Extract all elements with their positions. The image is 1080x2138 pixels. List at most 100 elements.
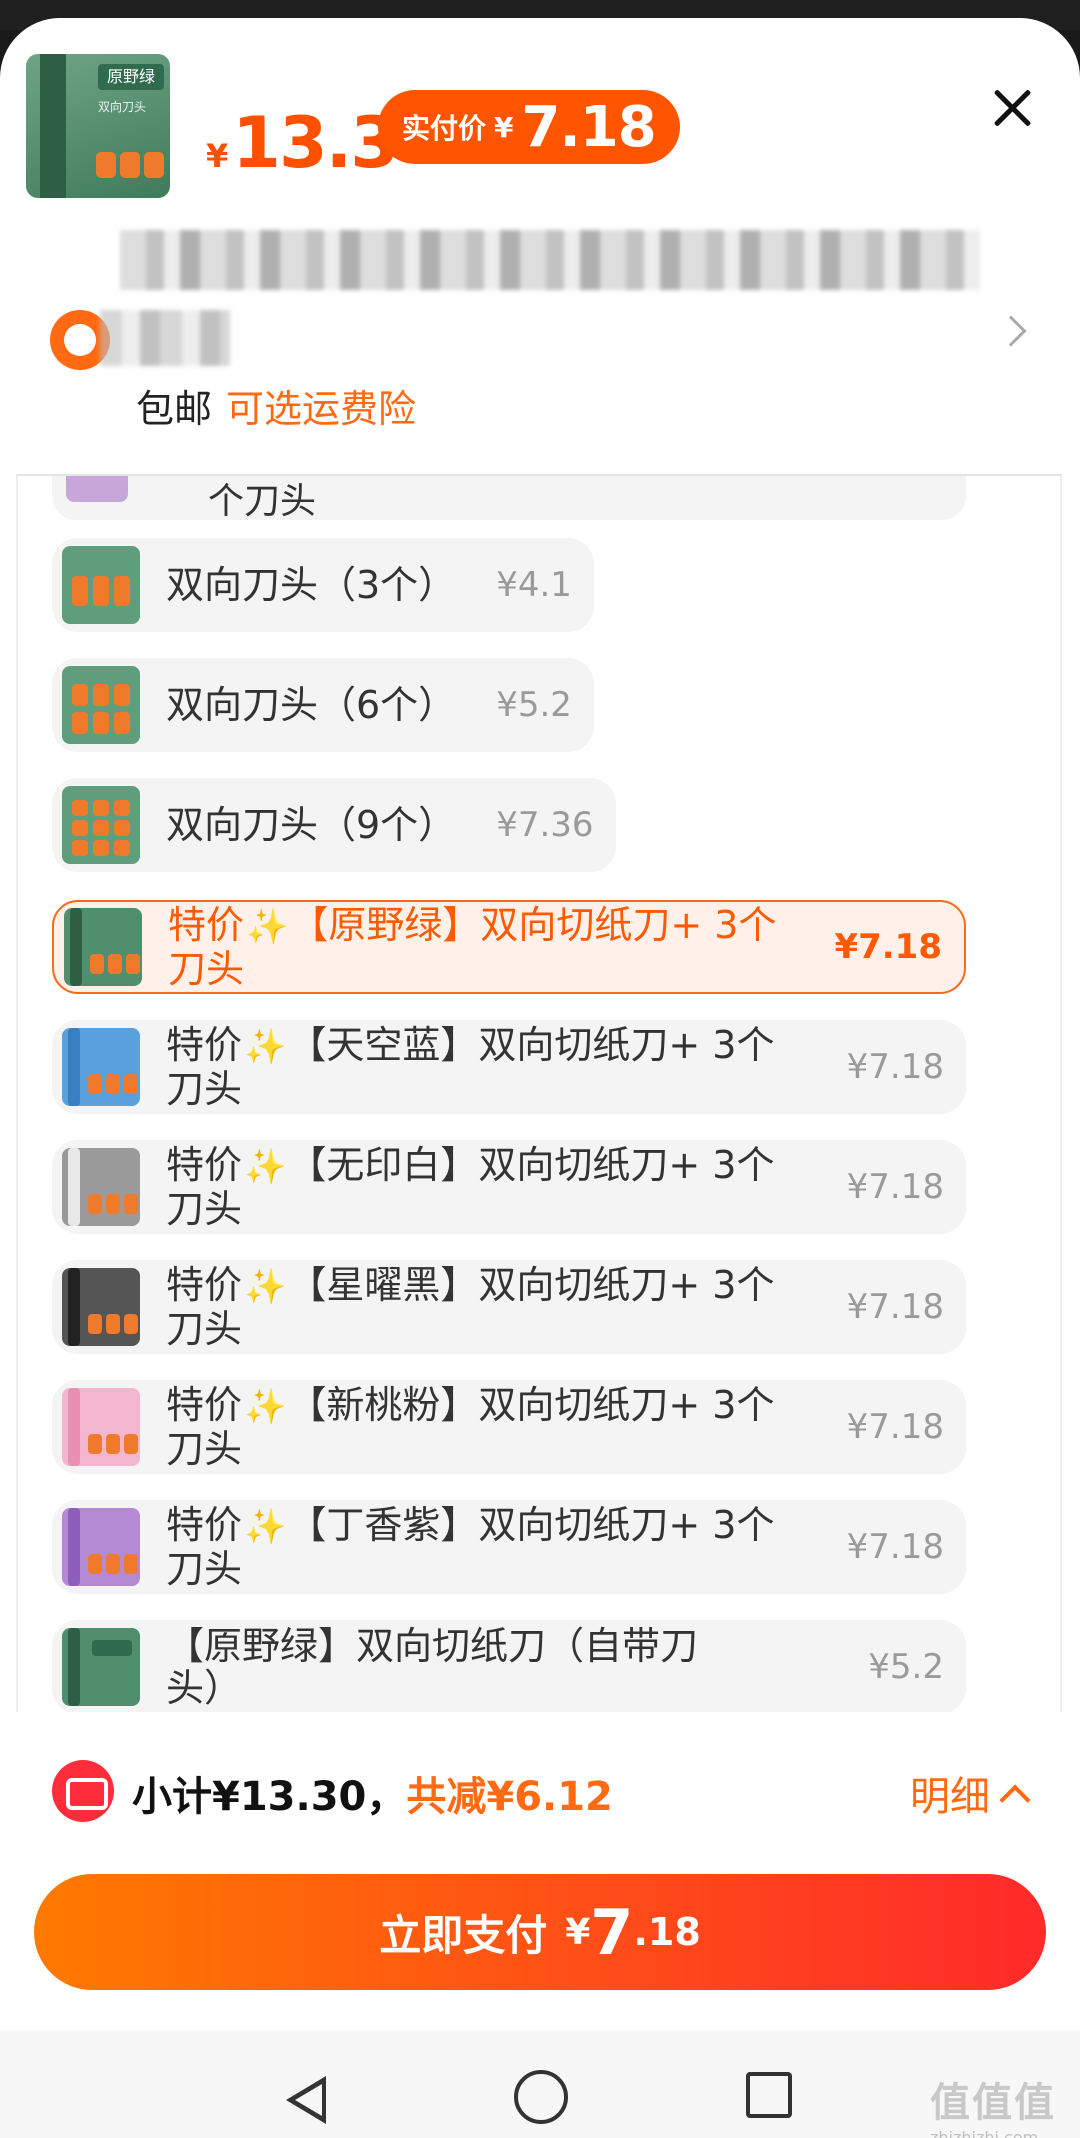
sku-title: 【天空蓝】双向切纸刀+ 3个	[288, 1023, 775, 1067]
sku-title-line2: 刀头	[166, 1067, 243, 1111]
watermark-url: zhizhizhi.com	[930, 2128, 1039, 2138]
sku-price: ¥5.2	[496, 685, 572, 725]
sku-thumb	[62, 1028, 140, 1106]
chevron-up-icon	[999, 1784, 1031, 1816]
product-thumbnail: 原野绿 双向刀头	[26, 54, 170, 198]
sku-price: ¥7.18	[846, 1287, 944, 1327]
close-icon[interactable]	[982, 78, 1042, 138]
sku-thumb	[62, 786, 140, 864]
sku-name: 特价✨【原野绿】双向切纸刀+ 3个 刀头	[168, 904, 776, 990]
sku-option-selected[interactable]: 特价✨【原野绿】双向切纸刀+ 3个 刀头 ¥7.18	[52, 900, 966, 994]
sku-thumb	[62, 666, 140, 744]
sku-thumb	[62, 1268, 140, 1346]
system-nav-bar: 值值值 zhizhizhi.com	[0, 2030, 1080, 2138]
sku-prefix: 特价	[166, 1383, 243, 1427]
sku-title: 【丁香紫】双向切纸刀+ 3个	[288, 1503, 775, 1547]
sku-name: 特价✨【新桃粉】双向切纸刀+ 3个 刀头	[166, 1384, 774, 1470]
sku-thumb	[62, 1628, 140, 1706]
sku-price: ¥7.18	[846, 1527, 944, 1567]
sku-title: 【新桃粉】双向切纸刀+ 3个	[288, 1383, 775, 1427]
sku-option[interactable]: 双向刀头（9个） ¥7.36	[52, 778, 616, 872]
checkout-footer: 小计¥13.30， 共减¥6.12 明细 立即支付 ¥ 7 .18 值值值 zh…	[0, 1712, 1080, 2138]
sku-price: ¥5.2	[868, 1647, 944, 1687]
coupon-icon	[52, 1760, 114, 1822]
thumb-subtitle: 双向刀头	[98, 100, 147, 114]
chevron-right-icon[interactable]	[995, 315, 1027, 347]
sku-title-line2: 刀头	[166, 1187, 243, 1231]
home-icon[interactable]	[514, 2070, 568, 2124]
recents-icon[interactable]	[746, 2072, 792, 2118]
actual-pay-badge: 实付价 ¥ 7.18	[378, 90, 680, 164]
sparkle-icon: ✨	[244, 1027, 287, 1067]
sku-price: ¥7.18	[846, 1047, 944, 1087]
sku-option[interactable]: 特价✨【新桃粉】双向切纸刀+ 3个 刀头 ¥7.18	[52, 1380, 966, 1474]
watermark: 值值值 zhizhizhi.com	[930, 2070, 1070, 2138]
sku-prefix: 特价	[166, 1023, 243, 1067]
sku-title-line2: 刀头	[168, 947, 245, 991]
sku-price: ¥4.1	[496, 565, 572, 605]
sku-title: 【原野绿】双向切纸刀+ 3个	[290, 903, 777, 947]
original-price: ¥ 13.3	[206, 102, 399, 184]
sku-name: 双向刀头（9个）	[166, 803, 457, 847]
sku-title-line2: 刀头	[166, 1427, 243, 1471]
sparkle-icon: ✨	[244, 1507, 287, 1547]
sku-title-line2: 头）	[166, 1666, 243, 1710]
sparkle-icon: ✨	[244, 1267, 287, 1307]
sku-option[interactable]: 特价✨【无印白】双向切纸刀+ 3个 刀头 ¥7.18	[52, 1140, 966, 1234]
sku-option-list[interactable]: 个刀头 双向刀头（3个） ¥4.1 双向刀头（6个） ¥5.2 双向刀头（9个）…	[16, 474, 1062, 1712]
sku-price: ¥7.18	[846, 1167, 944, 1207]
pay-now-label: 立即支付	[379, 1910, 548, 1960]
sku-name: 特价✨【天空蓝】双向切纸刀+ 3个 刀头	[166, 1024, 774, 1110]
sku-thumb	[62, 546, 140, 624]
sku-thumb	[62, 1388, 140, 1466]
sparkle-icon: ✨	[244, 1147, 287, 1187]
actual-pay-value: 7.18	[521, 94, 657, 160]
sku-option-cut[interactable]: 个刀头	[52, 476, 966, 522]
subtotal-text: 小计¥13.30，	[132, 1774, 407, 1820]
sku-name: 【原野绿】双向切纸刀（自带刀 头）	[166, 1625, 698, 1709]
blades-graphic	[96, 152, 164, 178]
cutter-bar-graphic	[40, 54, 66, 198]
actual-pay-label: 实付价	[402, 112, 487, 145]
sku-name: 特价✨【丁香紫】双向切纸刀+ 3个 刀头	[166, 1504, 774, 1590]
sku-price: ¥7.36	[496, 805, 594, 845]
sku-name: 双向刀头（3个）	[166, 563, 457, 607]
sku-option[interactable]: 特价✨【天空蓝】双向切纸刀+ 3个 刀头 ¥7.18	[52, 1020, 966, 1114]
price-value: 13.3	[232, 102, 399, 184]
sku-prefix: 特价	[166, 1503, 243, 1547]
sku-prefix: 特价	[168, 903, 245, 947]
shipping-insurance-link[interactable]: 可选运费险	[226, 378, 416, 433]
sku-title: 【星曜黑】双向切纸刀+ 3个	[288, 1263, 775, 1307]
sku-thumb	[64, 908, 142, 986]
actual-pay-symbol: ¥	[494, 110, 514, 144]
sku-option[interactable]: 双向刀头（3个） ¥4.1	[52, 538, 594, 632]
detail-toggle[interactable]: 明细	[910, 1764, 1031, 1822]
sku-name: 双向刀头（6个）	[166, 683, 457, 727]
sku-title-line2: 刀头	[166, 1547, 243, 1591]
sku-price: ¥7.18	[834, 927, 942, 967]
sku-thumb	[66, 476, 128, 502]
sku-price: ¥7.18	[846, 1407, 944, 1447]
detail-label: 明细	[910, 1774, 990, 1820]
thumb-tag: 原野绿	[98, 64, 164, 90]
sku-option[interactable]: 特价✨【星曜黑】双向切纸刀+ 3个 刀头 ¥7.18	[52, 1260, 966, 1354]
back-icon[interactable]	[286, 2076, 326, 2124]
sku-title: 【无印白】双向切纸刀+ 3个	[288, 1143, 775, 1187]
pay-now-dec: .18	[633, 1910, 701, 1954]
price-symbol: ¥	[206, 137, 229, 175]
pay-now-button[interactable]: 立即支付 ¥ 7 .18	[34, 1874, 1046, 1990]
sku-prefix: 特价	[166, 1263, 243, 1307]
pay-now-symbol: ¥	[565, 1911, 591, 1953]
sku-thumb	[62, 1148, 140, 1226]
sku-title-line2: 刀头	[166, 1307, 243, 1351]
sparkle-icon: ✨	[246, 907, 289, 947]
watermark-logo: 值值值	[930, 2080, 1056, 2126]
sku-prefix: 特价	[166, 1143, 243, 1187]
blurred-recipient-text[interactable]	[100, 310, 230, 366]
sku-title: 【原野绿】双向切纸刀（自带刀	[166, 1624, 699, 1668]
sku-bottom-sheet: 原野绿 双向刀头 ¥ 13.3 实付价 ¥ 7.18 包邮 可选运费险 个刀头	[0, 18, 1080, 2138]
discount-text: 共减¥6.12	[406, 1774, 613, 1820]
sku-option[interactable]: 特价✨【丁香紫】双向切纸刀+ 3个 刀头 ¥7.18	[52, 1500, 966, 1594]
sku-option[interactable]: 【原野绿】双向切纸刀（自带刀 头） ¥5.2	[52, 1620, 966, 1712]
sku-option[interactable]: 双向刀头（6个） ¥5.2	[52, 658, 594, 752]
